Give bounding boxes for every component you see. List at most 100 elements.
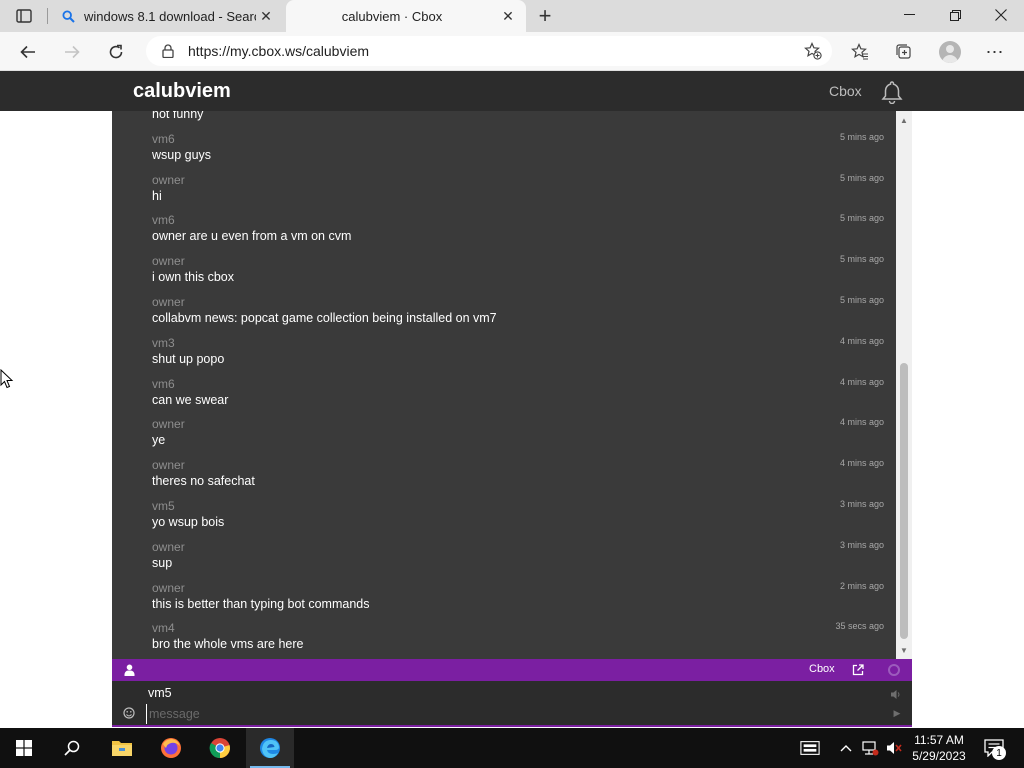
profile-button[interactable] xyxy=(936,38,964,66)
compose-username[interactable]: vm5 xyxy=(148,686,172,700)
message-timestamp: 3 mins ago xyxy=(839,539,884,550)
speaker-icon xyxy=(891,689,900,699)
user-profile-button[interactable] xyxy=(122,662,136,678)
restore-button[interactable] xyxy=(932,0,978,30)
firefox-icon xyxy=(161,738,181,758)
cbox-footer-link[interactable]: Cbox xyxy=(809,663,835,675)
message: not funny xyxy=(112,111,896,130)
network-icon[interactable] xyxy=(860,738,880,758)
message-author[interactable]: owner xyxy=(152,295,185,309)
chrome-button[interactable] xyxy=(196,728,244,768)
scroll-up-arrow-icon[interactable]: ▲ xyxy=(896,113,912,127)
message-author[interactable]: owner xyxy=(152,540,185,554)
message-author[interactable]: vm6 xyxy=(152,213,175,227)
message-list: not funny vm6 wsup guys 5 mins ago owner… xyxy=(112,111,896,659)
back-button[interactable] xyxy=(14,38,42,66)
scroll-thumb[interactable] xyxy=(900,363,908,639)
popout-button[interactable] xyxy=(850,662,866,678)
message-timestamp: 2 mins ago xyxy=(839,580,884,591)
tab-divider xyxy=(47,8,48,24)
message-author[interactable]: owner xyxy=(152,458,185,472)
address-bar[interactable]: https://my.cbox.ws/calubviem xyxy=(146,36,832,66)
chrome-icon xyxy=(209,738,230,759)
collections-button[interactable] xyxy=(890,38,918,66)
tab-search[interactable]: windows 8.1 download - Search ✕ xyxy=(50,0,284,32)
message: owner this is better than typing bot com… xyxy=(112,579,896,620)
lock-icon[interactable] xyxy=(160,43,176,59)
message: vm4 bro the whole vms are here 35 secs a… xyxy=(112,619,896,659)
settings-menu-button[interactable]: ⋯ xyxy=(981,38,1009,66)
message: owner hi 5 mins ago xyxy=(112,171,896,212)
message-text: wsup guys xyxy=(152,147,212,162)
message-author[interactable]: owner xyxy=(152,254,185,268)
site-header: calubviem Cbox xyxy=(0,71,1024,111)
page-title: calubviem xyxy=(133,80,231,102)
favorites-button[interactable] xyxy=(846,38,874,66)
firefox-button[interactable] xyxy=(147,728,195,768)
message-author[interactable]: owner xyxy=(152,173,185,187)
message-author[interactable]: vm6 xyxy=(152,377,175,391)
action-center-keyboard-icon[interactable] xyxy=(800,738,820,758)
more-dots-icon: ⋯ xyxy=(985,41,1005,62)
tab-actions-button[interactable] xyxy=(10,6,38,26)
scroll-down-arrow-icon[interactable]: ▼ xyxy=(896,643,912,657)
cbox-brand-link[interactable]: Cbox xyxy=(829,83,862,99)
message-timestamp: 5 mins ago xyxy=(839,172,884,183)
minimize-button[interactable] xyxy=(886,0,932,30)
collections-icon xyxy=(896,44,911,59)
avatar xyxy=(939,41,961,63)
volume-icon[interactable] xyxy=(884,738,904,758)
tab-actions-icon xyxy=(16,9,32,23)
tab-title: calubviem · Cbox xyxy=(341,8,443,24)
emoji-button[interactable] xyxy=(122,706,136,720)
browser-tab-strip: windows 8.1 download - Search ✕ calubvie… xyxy=(0,0,1024,32)
edge-button[interactable] xyxy=(246,728,294,768)
send-arrow-icon[interactable]: ▶ xyxy=(892,708,902,718)
refresh-button[interactable] xyxy=(102,38,130,66)
message: owner ye 4 mins ago xyxy=(112,415,896,456)
message-text: collabvm news: popcat game collection be… xyxy=(152,310,497,325)
message-text: ye xyxy=(152,433,166,448)
close-window-button[interactable] xyxy=(978,0,1024,30)
message-timestamp: 5 mins ago xyxy=(839,294,884,305)
message-text: can we swear xyxy=(152,392,229,407)
message-author[interactable]: vm5 xyxy=(152,499,175,513)
file-explorer-button[interactable] xyxy=(98,728,146,768)
show-hidden-icons-chevron-icon[interactable] xyxy=(836,738,856,758)
close-tab-icon[interactable]: ✕ xyxy=(498,6,518,26)
message-text: i own this cbox xyxy=(152,270,234,285)
message: vm6 can we swear 4 mins ago xyxy=(112,375,896,416)
tab-cbox[interactable]: calubviem · Cbox ✕ xyxy=(286,0,526,32)
restore-icon xyxy=(949,9,961,21)
message-author[interactable]: owner xyxy=(152,417,185,431)
message-text: theres no safechat xyxy=(152,474,255,489)
message-input[interactable] xyxy=(146,704,866,724)
system-clock[interactable]: 11:57 AM 5/29/2023 xyxy=(908,732,970,764)
folder-icon xyxy=(112,741,132,756)
message-author[interactable]: vm4 xyxy=(152,621,175,635)
message-timestamp: 5 mins ago xyxy=(839,254,884,265)
sound-toggle-button[interactable] xyxy=(888,686,904,702)
message-author[interactable]: vm6 xyxy=(152,132,175,146)
new-tab-button[interactable]: + xyxy=(533,3,557,28)
message-timestamp: 4 mins ago xyxy=(839,417,884,428)
external-link-icon xyxy=(852,664,864,676)
close-tab-icon[interactable]: ✕ xyxy=(256,6,276,26)
notifications-button[interactable] xyxy=(878,78,906,106)
add-favorite-button[interactable] xyxy=(800,38,826,64)
chat-message-area[interactable]: not funny vm6 wsup guys 5 mins ago owner… xyxy=(112,111,912,659)
message-author[interactable]: owner xyxy=(152,581,185,595)
message-text: this is better than typing bot commands xyxy=(152,596,370,611)
smiley-icon xyxy=(123,707,135,719)
message-author[interactable]: vm3 xyxy=(152,336,175,350)
message: owner sup 3 mins ago xyxy=(112,538,896,579)
start-button[interactable] xyxy=(0,728,48,768)
forward-button[interactable] xyxy=(58,38,86,66)
chat-scrollbar[interactable]: ▲ ▼ xyxy=(896,111,912,659)
tab-title: windows 8.1 download - Search xyxy=(84,8,256,24)
taskbar-search-button[interactable] xyxy=(48,728,96,768)
message: owner theres no safechat 4 mins ago xyxy=(112,456,896,497)
message: owner i own this cbox 5 mins ago xyxy=(112,252,896,293)
edge-icon xyxy=(260,738,280,758)
connection-status-icon xyxy=(888,664,900,676)
